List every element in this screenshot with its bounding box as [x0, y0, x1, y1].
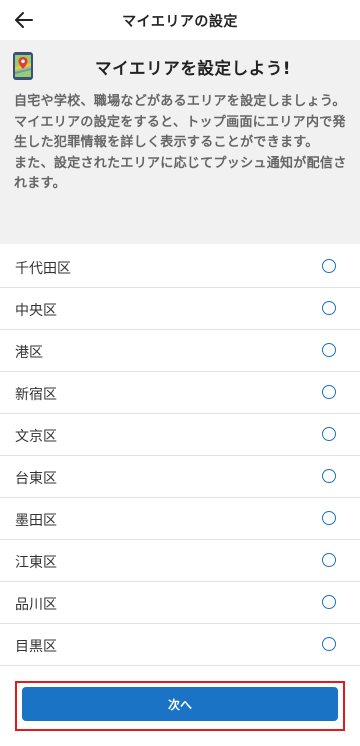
intro-title: マイエリアを設定しよう! — [95, 59, 292, 78]
area-option-meguro[interactable]: 目黒区 — [0, 624, 360, 666]
area-option-chuo[interactable]: 中央区 — [0, 288, 360, 330]
footer-bar: 次へ — [0, 672, 360, 746]
map-pin-icon — [12, 51, 34, 81]
area-name: 文京区 — [15, 429, 57, 445]
area-name: 墨田区 — [15, 513, 57, 529]
app-header: マイエリアの設定 — [0, 0, 360, 40]
area-option-bunkyo[interactable]: 文京区 — [0, 414, 360, 456]
area-option-minato[interactable]: 港区 — [0, 330, 360, 372]
radio-button[interactable] — [322, 343, 336, 357]
area-option-sumida[interactable]: 墨田区 — [0, 498, 360, 540]
area-option-koto[interactable]: 江東区 — [0, 540, 360, 582]
area-list: 千代田区 中央区 港区 新宿区 文京区 台東区 墨田区 江東区 品川区 目黒区 — [0, 246, 360, 666]
intro-panel: マイエリアを設定しよう! 自宅や学校、職場などがあるエリアを設定しましょう。 マ… — [0, 40, 360, 244]
next-button[interactable]: 次へ — [22, 687, 338, 721]
area-option-chiyoda[interactable]: 千代田区 — [0, 246, 360, 288]
radio-button[interactable] — [322, 595, 336, 609]
intro-description: 自宅や学校、職場などがあるエリアを設定しましょう。 マイエリアの設定をすると、ト… — [14, 92, 348, 195]
radio-button[interactable] — [322, 553, 336, 567]
intro-paragraph: マイエリアの設定をすると、トップ画面にエリア内で発生した犯罪情報を詳しく表示する… — [14, 114, 346, 151]
radio-button[interactable] — [322, 301, 336, 315]
area-name: 品川区 — [15, 597, 57, 613]
area-name: 目黒区 — [15, 639, 57, 655]
radio-button[interactable] — [322, 637, 336, 651]
area-option-shinagawa[interactable]: 品川区 — [0, 582, 360, 624]
radio-button[interactable] — [322, 469, 336, 483]
area-name: 中央区 — [15, 303, 57, 319]
intro-paragraph: 自宅や学校、職場などがあるエリアを設定しましょう。 — [14, 94, 346, 109]
area-name: 台東区 — [15, 471, 57, 487]
radio-button[interactable] — [322, 259, 336, 273]
area-name: 千代田区 — [15, 261, 71, 277]
intro-paragraph: また、設定されたエリアに応じてプッシュ通知が配信されます。 — [14, 155, 347, 192]
radio-button[interactable] — [322, 511, 336, 525]
area-name: 江東区 — [15, 555, 57, 571]
radio-button[interactable] — [322, 427, 336, 441]
page-title: マイエリアの設定 — [122, 14, 238, 30]
area-option-taito[interactable]: 台東区 — [0, 456, 360, 498]
area-name: 港区 — [15, 345, 43, 361]
area-name: 新宿区 — [15, 387, 57, 403]
radio-button[interactable] — [322, 385, 336, 399]
area-option-shinjuku[interactable]: 新宿区 — [0, 372, 360, 414]
